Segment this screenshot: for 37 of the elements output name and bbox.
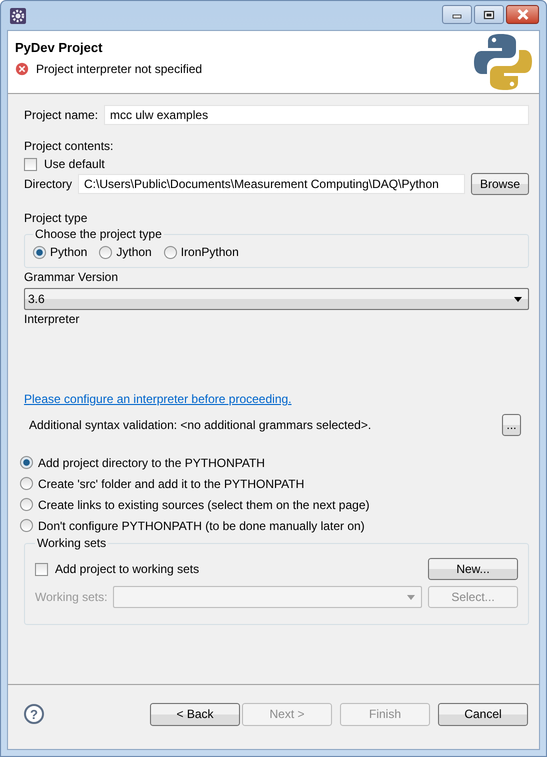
pythonpath-radio[interactable]: Create 'src' folder and add it to the PYTHONPATH — [20, 473, 529, 494]
close-button[interactable] — [506, 5, 539, 24]
minimize-button[interactable] — [442, 5, 472, 24]
project-type-radio[interactable]: Python — [33, 243, 88, 261]
syntax-validation-text: Additional syntax validation: <no additional grammars selected>. — [29, 418, 372, 432]
configure-interpreter-link[interactable]: Please configure an interpreter before proceeding. — [24, 392, 292, 406]
wizard-button[interactable]: < Back — [150, 702, 240, 726]
more-button[interactable]: ... — [502, 414, 521, 436]
help-button[interactable]: ? — [24, 704, 44, 724]
pythonpath-radio[interactable]: Don't configure PYTHONPATH (to be done manually later on) — [20, 515, 529, 536]
field-label: Grammar Version — [24, 269, 120, 286]
wizard-title: PyDev Project — [15, 40, 104, 55]
field-label: Directory — [24, 177, 72, 191]
group-title: Choose the project type — [34, 227, 163, 241]
caret-icon — [514, 296, 522, 302]
maximize-button[interactable] — [474, 5, 504, 24]
maximize-icon — [483, 10, 495, 20]
browse-button[interactable]: Browse — [470, 173, 529, 195]
field-label: Working sets: — [35, 590, 108, 604]
field-label: Project name: — [24, 108, 98, 122]
use-default-checkbox[interactable]: Use default — [24, 155, 529, 173]
section-label: Project type — [24, 210, 88, 227]
directory-field[interactable]: C:\Users\Public\Documents\Measurement Computing\DAQ\Python — [78, 174, 465, 194]
pythonpath-radio[interactable]: Add project directory to the PYTHONPATH — [20, 452, 529, 473]
section-label: Project contents: — [24, 138, 114, 155]
group-title: Working sets — [36, 536, 108, 550]
project-type-radio[interactable]: IronPython — [164, 243, 239, 261]
caret-icon — [407, 594, 415, 600]
project-name-field[interactable]: mcc ulw examples — [104, 105, 529, 125]
close-icon — [516, 9, 530, 20]
pythonpath-radio[interactable]: Create links to existing sources (select them on the next page) — [20, 494, 529, 515]
field-label: Interpreter — [24, 311, 80, 328]
project-type-radio[interactable]: Jython — [99, 243, 152, 261]
error-message: Project interpreter not specified — [36, 62, 202, 76]
grammar-version-dropdown[interactable]: 3.6 — [24, 288, 529, 310]
gear-icon — [10, 8, 26, 24]
wizard-button[interactable]: Cancel — [438, 702, 528, 726]
